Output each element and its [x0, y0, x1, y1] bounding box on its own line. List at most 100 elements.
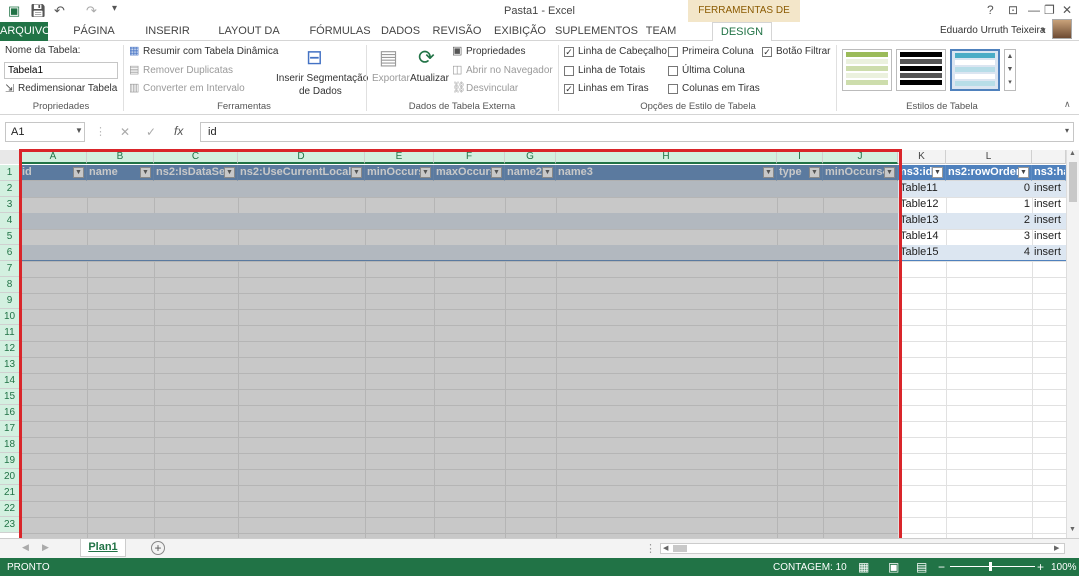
collapse-ribbon-icon[interactable]: ∧ [1064, 99, 1071, 110]
table-style-blue-selected[interactable] [950, 49, 1000, 91]
row-header[interactable]: 22 [0, 501, 20, 517]
table-header-cell[interactable]: ns3:ha [1032, 165, 1066, 181]
filter-dropdown-icon[interactable]: ▼ [73, 167, 84, 178]
zoom-slider[interactable] [950, 566, 1035, 567]
column-header-b[interactable]: B [87, 150, 154, 164]
page-break-view-icon[interactable]: ▤ [916, 560, 927, 574]
select-all-corner[interactable] [0, 150, 20, 164]
minimize-icon[interactable]: — [1028, 3, 1040, 17]
column-header-g[interactable]: G [505, 150, 556, 164]
insert-slicer-button[interactable]: Inserir Segmentação [276, 73, 368, 84]
vertical-scrollbar[interactable]: ▲ ▼ [1066, 150, 1079, 538]
filter-dropdown-icon[interactable]: ▼ [932, 167, 943, 178]
row-header[interactable]: 5 [0, 229, 20, 245]
user-menu-icon[interactable]: ▾ [1041, 25, 1046, 36]
column-header-d[interactable]: D [238, 150, 365, 164]
total-row-checkbox[interactable] [564, 66, 574, 76]
convert-range-button[interactable]: Converter em Intervalo [143, 83, 245, 94]
table-cell[interactable]: Table12 [898, 197, 946, 213]
tab-suplementos[interactable]: SUPLEMENTOS [555, 22, 638, 41]
table-cell[interactable]: 0 [946, 181, 1032, 197]
scroll-up-icon[interactable]: ▲ [1069, 150, 1076, 157]
tab-arquivo[interactable]: ARQUIVO [0, 22, 51, 41]
pivot-summary-button[interactable]: Resumir com Tabela Dinâmica [143, 46, 278, 57]
table-header-cell[interactable]: ns2:IsDataSet ▼ [154, 165, 238, 181]
table-cell[interactable]: Table15 [898, 245, 946, 261]
ribbon-display-icon[interactable]: ⊡ [1008, 3, 1018, 17]
row-header[interactable]: 21 [0, 485, 20, 501]
row-header[interactable]: 18 [0, 437, 20, 453]
zoom-slider-thumb[interactable] [989, 562, 992, 571]
resize-table-button[interactable]: Redimensionar Tabela [18, 83, 117, 94]
avatar[interactable] [1052, 19, 1072, 39]
remove-duplicates-button[interactable]: Remover Duplicatas [143, 65, 233, 76]
table-cell[interactable]: 1 [946, 197, 1032, 213]
table-cell[interactable]: insert [1032, 213, 1066, 229]
row-header[interactable]: 10 [0, 309, 20, 325]
column-header-m[interactable] [1032, 150, 1066, 164]
table-header-cell[interactable]: ns3:id ▼ [898, 165, 946, 181]
export-button[interactable]: Exportar [372, 73, 410, 84]
styles-scroll[interactable]: ▲ ▼ ▾ [1004, 49, 1016, 91]
scroll-right-icon[interactable]: ▶ [1054, 544, 1059, 552]
table-header-cell[interactable]: ns2:rowOrder ▼ [946, 165, 1032, 181]
row-header[interactable]: 15 [0, 389, 20, 405]
name-box[interactable]: A1 [5, 122, 85, 142]
column-header-e[interactable]: E [365, 150, 434, 164]
table-header-cell[interactable]: name ▼ [87, 165, 154, 181]
tab-dados[interactable]: DADOS [378, 22, 423, 41]
row-header[interactable]: 16 [0, 405, 20, 421]
filter-dropdown-icon[interactable]: ▼ [809, 167, 820, 178]
row-header[interactable]: 23 [0, 517, 20, 533]
row-header[interactable]: 14 [0, 373, 20, 389]
user-name[interactable]: Eduardo Urruth Teixeira [940, 25, 1045, 36]
column-header-f[interactable]: F [434, 150, 505, 164]
row-header[interactable]: 4 [0, 213, 20, 229]
sheet-tab-plan1[interactable]: Plan1 [80, 539, 126, 557]
filter-dropdown-icon[interactable]: ▼ [884, 167, 895, 178]
vertical-scroll-thumb[interactable] [1069, 162, 1077, 202]
filter-dropdown-icon[interactable]: ▼ [420, 167, 431, 178]
table-header-cell[interactable]: minOccurs4 ▼ [823, 165, 898, 181]
table-header-cell[interactable]: maxOccurs ▼ [434, 165, 505, 181]
table-cell[interactable]: Table14 [898, 229, 946, 245]
column-header-j[interactable]: J [823, 150, 898, 164]
filter-dropdown-icon[interactable]: ▼ [1018, 167, 1029, 178]
cancel-icon[interactable]: ✕ [120, 125, 130, 139]
unlink-button[interactable]: Desvincular [466, 83, 518, 94]
row-header[interactable]: 12 [0, 341, 20, 357]
tab-design[interactable]: DESIGN [712, 22, 772, 42]
column-header-c[interactable]: C [154, 150, 238, 164]
table-header-cell[interactable]: id ▼ [20, 165, 87, 181]
zoom-level[interactable]: 100% [1051, 562, 1077, 573]
filter-dropdown-icon[interactable]: ▼ [140, 167, 151, 178]
zoom-in-icon[interactable]: + [1037, 560, 1044, 574]
filter-button-checkbox[interactable]: ✓ [762, 47, 772, 57]
scroll-down-icon[interactable]: ▼ [1069, 526, 1076, 533]
insert-function-button[interactable]: fx [174, 124, 183, 138]
column-header-a[interactable]: A [20, 150, 87, 164]
table-style-black[interactable] [896, 49, 946, 91]
column-header-h[interactable]: H [556, 150, 777, 164]
table-header-cell[interactable]: name3 ▼ [556, 165, 777, 181]
table-header-cell[interactable]: ns2:UseCurrentLocale ▼ [238, 165, 365, 181]
filter-dropdown-icon[interactable]: ▼ [542, 167, 553, 178]
formula-input[interactable]: id [200, 122, 1074, 142]
tab-layout[interactable]: LAYOUT DA PÁGINA [200, 22, 298, 55]
table-header-cell[interactable]: minOccurs ▼ [365, 165, 434, 181]
filter-dropdown-icon[interactable]: ▼ [763, 167, 774, 178]
expand-formula-icon[interactable]: ▾ [1065, 126, 1069, 135]
table-cell[interactable]: insert [1032, 197, 1066, 213]
scroll-left-icon[interactable]: ◀ [663, 544, 668, 552]
table-header-cell[interactable]: name2 ▼ [505, 165, 556, 181]
row-header[interactable]: 17 [0, 421, 20, 437]
banded-cols-checkbox[interactable] [668, 84, 678, 94]
tab-split-icon[interactable]: ⋮ [645, 542, 656, 555]
tab-revisao[interactable]: REVISÃO [428, 22, 486, 41]
table-header-cell[interactable]: type ▼ [777, 165, 823, 181]
tab-inserir[interactable]: INSERIR [140, 22, 195, 41]
tab-formulas[interactable]: FÓRMULAS [305, 22, 375, 41]
column-header-l[interactable]: L [946, 150, 1032, 164]
table-cell[interactable]: 3 [946, 229, 1032, 245]
open-browser-button[interactable]: Abrir no Navegador [466, 65, 553, 76]
